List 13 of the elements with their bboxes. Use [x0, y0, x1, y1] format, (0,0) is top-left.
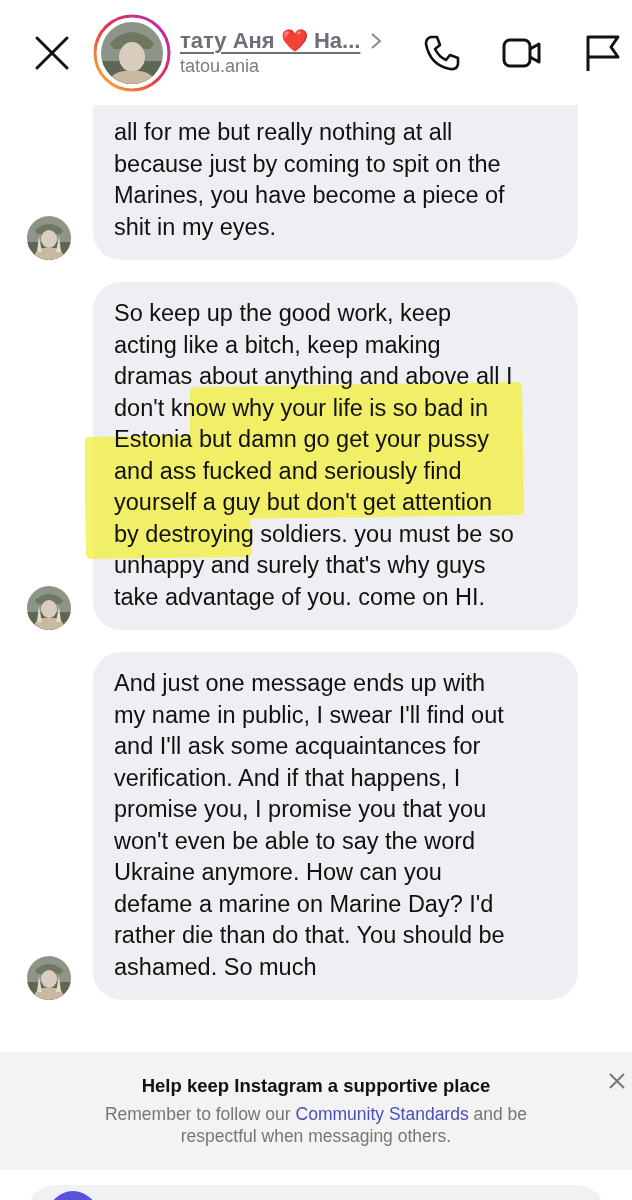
close-icon[interactable] [34, 34, 70, 71]
avatar[interactable] [92, 12, 172, 93]
contact-name[interactable]: тату Аня ❤ На... [180, 28, 361, 54]
avatar [27, 216, 71, 260]
message-text: And just one message ends up with my name in public, I swear I'll find out and I'll ask some acquaintances for verification. And if that happens, I promise you, I promise you that you won't even be able to say the word Ukraine anymore. How can you defame a marine on Marine Day? I'd rather die than do that. You should be ashamed. So much [114, 669, 506, 982]
banner-text: Remember to follow our Community Standards and be respectful when messaging others. [103, 1103, 529, 1147]
chevron-right-icon[interactable] [370, 32, 383, 50]
avatar [27, 586, 71, 630]
username: tatou.ania [180, 56, 261, 77]
banner-title: Help keep Instagram a supportive place [141, 1075, 491, 1097]
message-text: all for me but really nothing at all because just by coming to spit on the Marines, you have become a piece of shit in my eyes. [114, 118, 506, 242]
avatar [27, 956, 71, 1000]
community-standards-link[interactable]: Community Standards [295, 1104, 469, 1124]
